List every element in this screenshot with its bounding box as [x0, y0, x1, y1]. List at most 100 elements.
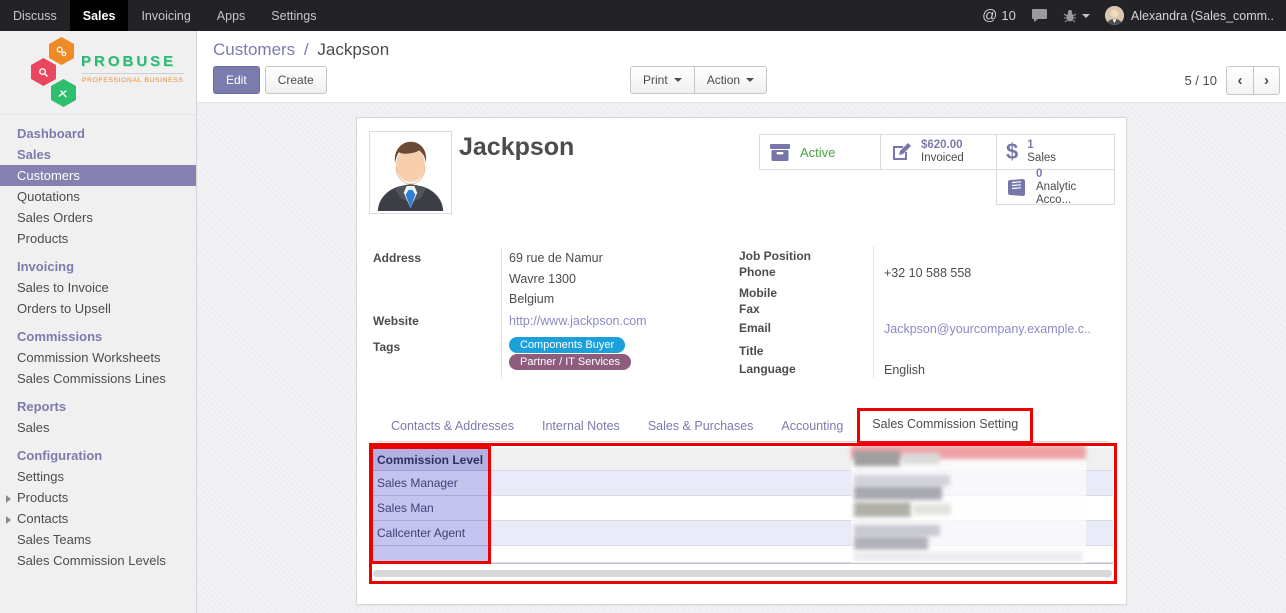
- sidebar-section-reports[interactable]: Reports: [0, 396, 196, 417]
- address-label: Address: [373, 251, 421, 265]
- tags-label: Tags: [373, 340, 400, 354]
- commission-level-cell-sales-manager[interactable]: Sales Manager: [373, 471, 491, 496]
- stat-invoiced-label: Invoiced: [921, 152, 964, 165]
- edit-button[interactable]: Edit: [213, 66, 260, 94]
- commission-level-cell-callcenter-agent[interactable]: Callcenter Agent: [373, 521, 491, 546]
- phone-label: Phone: [739, 265, 776, 279]
- stat-button-sales[interactable]: $ 1 Sales: [996, 134, 1115, 170]
- sidebar-item-sales-orders[interactable]: Sales Orders: [0, 207, 196, 228]
- menu-item-settings[interactable]: Settings: [258, 0, 329, 31]
- tab-accounting[interactable]: Accounting: [767, 411, 857, 441]
- sidebar-item-settings[interactable]: Settings: [0, 466, 196, 487]
- print-label: Print: [643, 73, 668, 87]
- archive-icon: [769, 143, 791, 162]
- language-value: English: [884, 363, 925, 377]
- stat-invoiced-value: $620.00: [921, 139, 964, 152]
- brand-name: PROBUSE: [81, 53, 176, 70]
- sidebar-item-reports-sales[interactable]: Sales: [0, 417, 196, 438]
- sidebar-item-customers[interactable]: Customers: [0, 165, 196, 186]
- stat-sales-value: 1: [1027, 139, 1056, 152]
- redacted-content: [854, 536, 928, 550]
- pager-previous-button[interactable]: ‹: [1226, 66, 1253, 95]
- redacted-content: [913, 504, 951, 515]
- redacted-content: [854, 502, 911, 517]
- breadcrumb-link-customers[interactable]: Customers: [213, 40, 295, 59]
- stat-analytic-label: Analytic Acco...: [1036, 181, 1105, 207]
- chevron-down-icon: [746, 78, 754, 82]
- menu-item-invoicing[interactable]: Invoicing: [128, 0, 203, 31]
- commission-level-cell-empty[interactable]: [373, 546, 491, 563]
- fax-label: Fax: [739, 302, 760, 316]
- content-area: Jackpson Active $620.00 Invoiced $: [197, 103, 1286, 613]
- email-link[interactable]: Jackpson@yourcompany.example.c..: [884, 322, 1091, 336]
- user-avatar: [1105, 6, 1124, 25]
- print-button[interactable]: Print: [630, 66, 694, 94]
- stat-sales-label: Sales: [1027, 152, 1056, 165]
- chevron-down-icon: [674, 78, 682, 82]
- sidebar-section-invoicing[interactable]: Invoicing: [0, 256, 196, 277]
- sidebar-item-config-contacts[interactable]: Contacts: [0, 508, 196, 529]
- mentions-counter[interactable]: @ 10: [982, 7, 1016, 24]
- create-button[interactable]: Create: [265, 66, 327, 94]
- sidebar-section-commissions[interactable]: Commissions: [0, 326, 196, 347]
- gears-logo-icon: [49, 37, 74, 65]
- customer-avatar[interactable]: [369, 131, 452, 214]
- menu-item-sales[interactable]: Sales: [70, 0, 129, 31]
- redacted-content: [854, 475, 950, 486]
- sidebar-section-sales[interactable]: Sales: [0, 144, 196, 165]
- sidebar-item-sales-commissions-lines[interactable]: Sales Commissions Lines: [0, 368, 196, 389]
- tag-components-buyer[interactable]: Components Buyer: [509, 337, 625, 353]
- tag-partner-it-services[interactable]: Partner / IT Services: [509, 354, 631, 370]
- tools-logo-icon: [51, 79, 76, 107]
- stat-button-analytic-accounts[interactable]: 0 Analytic Acco...: [996, 169, 1115, 205]
- stat-button-invoiced[interactable]: $620.00 Invoiced: [880, 134, 997, 170]
- action-button[interactable]: Action: [694, 66, 767, 94]
- sidebar: PROBUSE PROFESSIONAL BUSINESS Dashboard …: [0, 31, 197, 613]
- sidebar-item-sales-teams[interactable]: Sales Teams: [0, 529, 196, 550]
- commission-level-cell-sales-man[interactable]: Sales Man: [373, 496, 491, 521]
- app-logo[interactable]: PROBUSE PROFESSIONAL BUSINESS: [0, 31, 196, 115]
- address-line-2: Wavre 1300: [509, 272, 576, 286]
- notebook-tabs: Contacts & Addresses Internal Notes Sale…: [377, 411, 1108, 442]
- sidebar-item-quotations[interactable]: Quotations: [0, 186, 196, 207]
- sidebar-section-configuration[interactable]: Configuration: [0, 445, 196, 466]
- sidebar-item-products[interactable]: Products: [0, 228, 196, 249]
- website-link[interactable]: http://www.jackpson.com: [509, 314, 647, 328]
- email-label: Email: [739, 321, 771, 335]
- sidebar-item-orders-to-upsell[interactable]: Orders to Upsell: [0, 298, 196, 319]
- sidebar-item-config-products[interactable]: Products: [0, 487, 196, 508]
- stat-button-active[interactable]: Active: [759, 134, 881, 170]
- horizontal-scrollbar[interactable]: [373, 570, 1112, 577]
- menu-item-apps[interactable]: Apps: [204, 0, 259, 31]
- sidebar-item-sales-to-invoice[interactable]: Sales to Invoice: [0, 277, 196, 298]
- stat-analytic-value: 0: [1036, 168, 1105, 181]
- user-menu[interactable]: Alexandra (Sales_comm..: [1105, 6, 1274, 25]
- messages-icon[interactable]: [1031, 8, 1048, 23]
- field-separator: [501, 248, 502, 378]
- sidebar-item-sales-commission-levels[interactable]: Sales Commission Levels: [0, 550, 196, 571]
- redacted-content: [854, 525, 940, 536]
- main-area: Customers / Jackpson Edit Create Print A…: [197, 31, 1286, 613]
- pager-next-button[interactable]: ›: [1253, 66, 1280, 95]
- breadcrumb: Customers / Jackpson: [213, 40, 389, 60]
- customer-form-card: Jackpson Active $620.00 Invoiced $: [356, 117, 1127, 605]
- commission-level-column-header[interactable]: Commission Level: [373, 448, 491, 471]
- sidebar-item-label: Products: [17, 490, 68, 505]
- user-name: Alexandra (Sales_comm..: [1131, 9, 1274, 23]
- sidebar-item-commission-worksheets[interactable]: Commission Worksheets: [0, 347, 196, 368]
- dollar-icon: $: [1006, 141, 1018, 163]
- expand-arrow-icon[interactable]: [6, 516, 11, 524]
- pager-value: 5 / 10: [1184, 73, 1217, 88]
- expand-arrow-icon[interactable]: [6, 495, 11, 503]
- sidebar-item-dashboard[interactable]: Dashboard: [0, 123, 196, 144]
- tab-internal-notes[interactable]: Internal Notes: [528, 411, 634, 441]
- menu-item-discuss[interactable]: Discuss: [0, 0, 70, 31]
- chevron-down-icon: [1082, 14, 1090, 18]
- tab-contacts-addresses[interactable]: Contacts & Addresses: [377, 411, 528, 441]
- magnifier-logo-icon: [31, 58, 56, 86]
- tab-sales-commission-setting[interactable]: Sales Commission Setting: [857, 408, 1033, 444]
- website-label: Website: [373, 314, 419, 328]
- debug-bug-icon[interactable]: [1063, 9, 1090, 23]
- tab-sales-purchases[interactable]: Sales & Purchases: [634, 411, 768, 441]
- field-separator: [873, 246, 874, 378]
